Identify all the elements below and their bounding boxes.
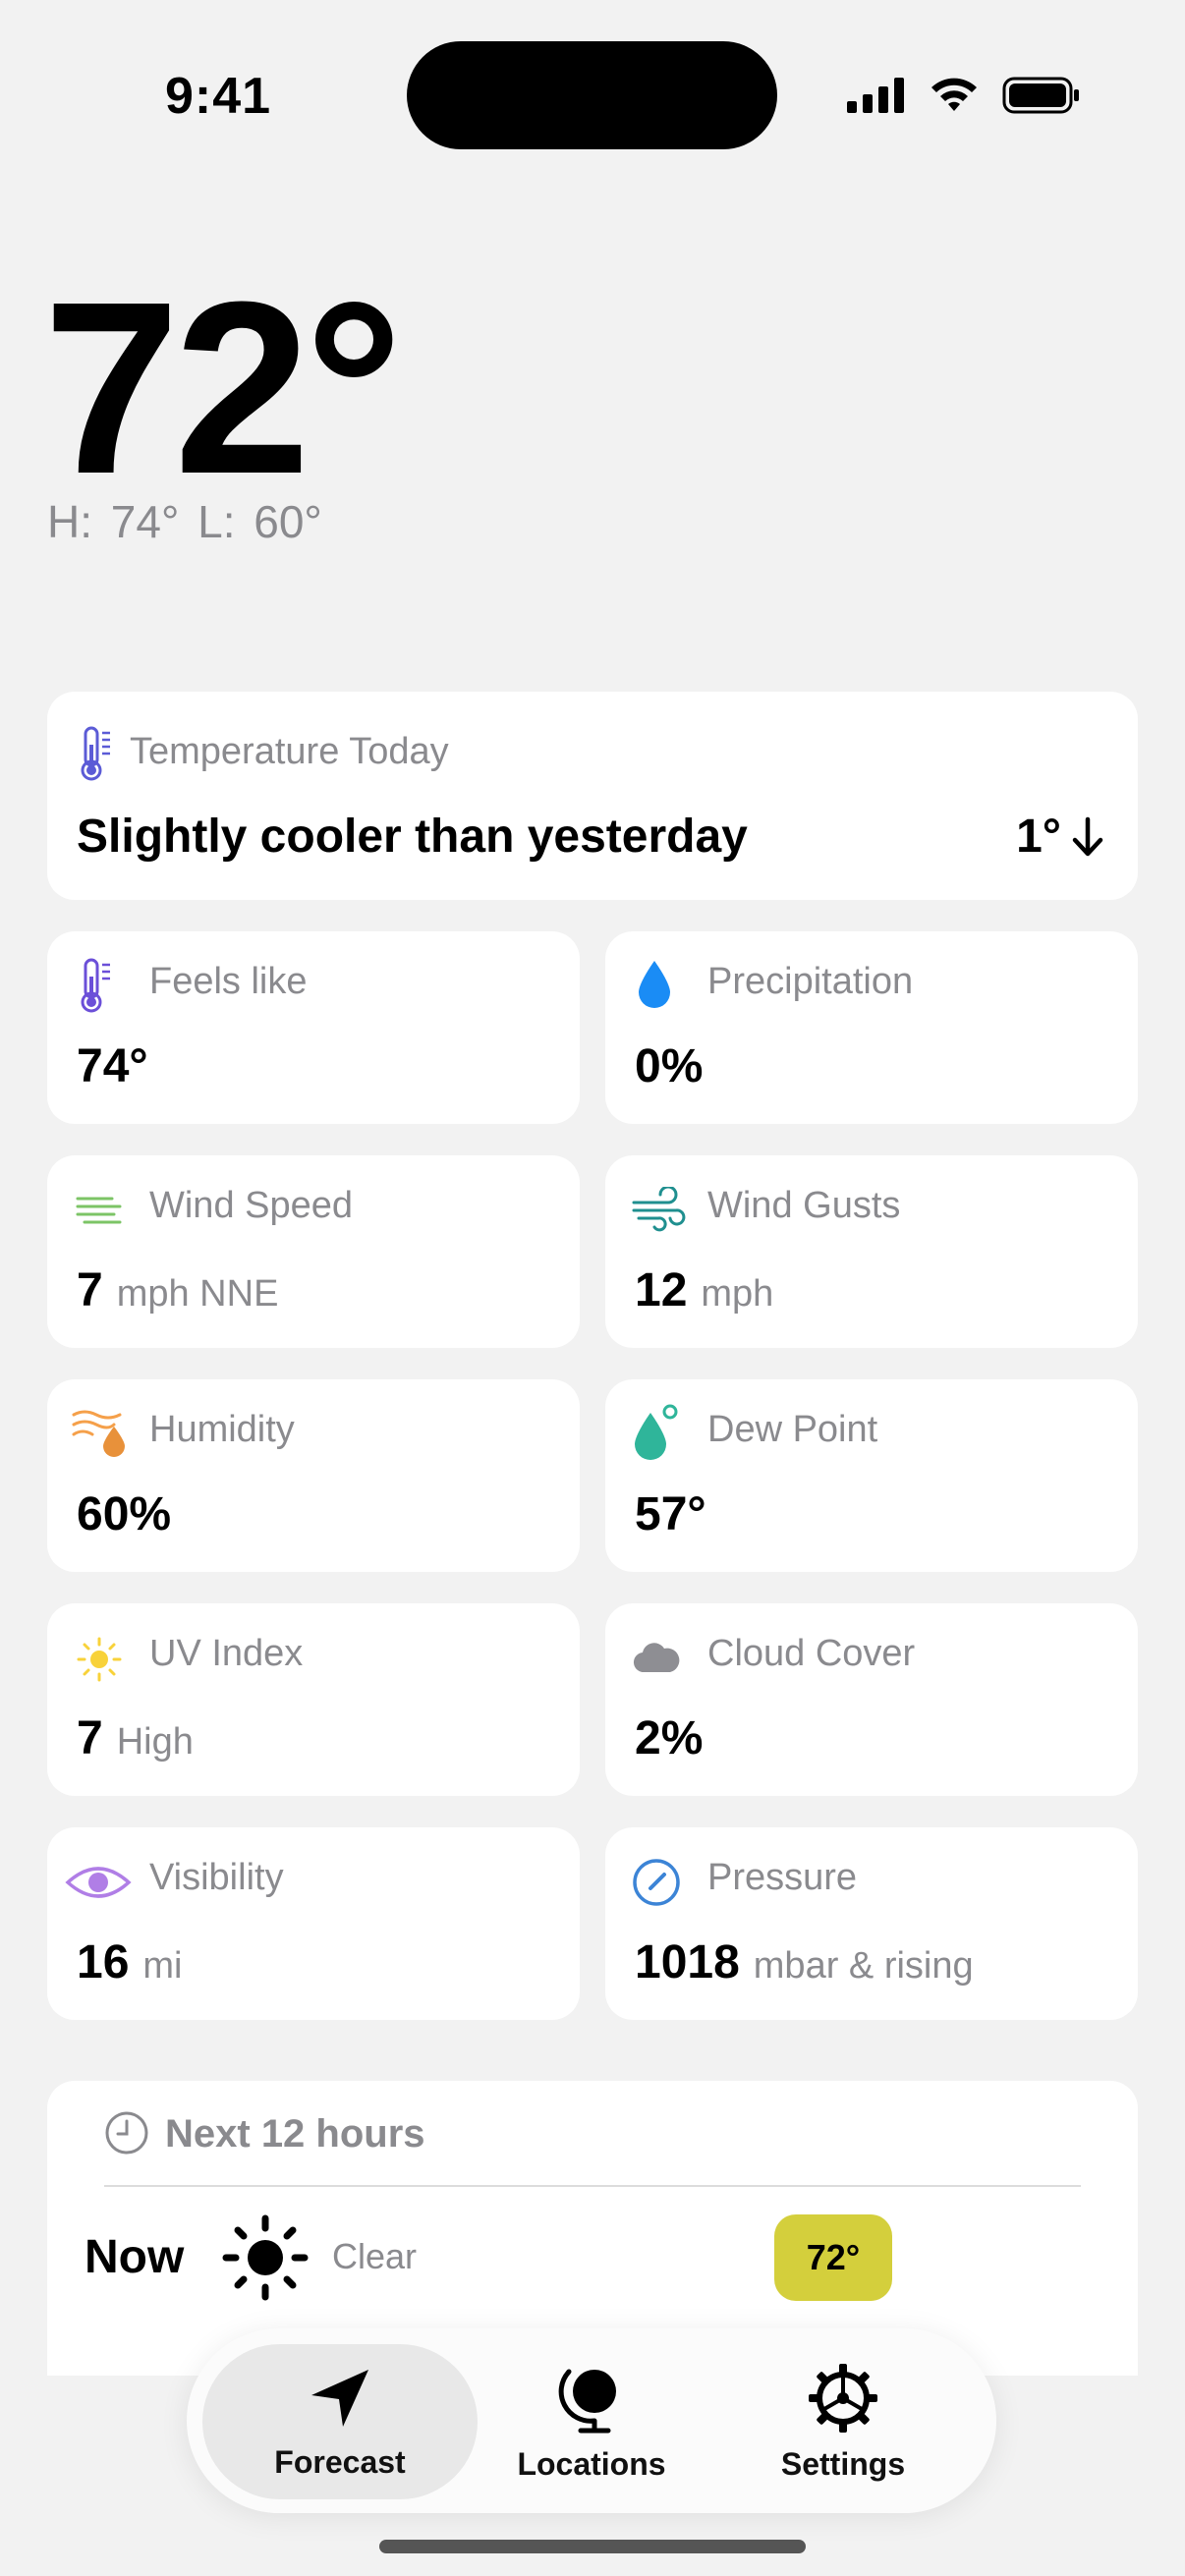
wifi-icon <box>931 78 977 111</box>
wind-speed-label: Wind Speed <box>149 1185 354 1226</box>
visibility-label: Visibility <box>149 1857 284 1898</box>
divider <box>104 2185 1081 2187</box>
wind-speed-reading: 7 mph NNE <box>77 1263 278 1317</box>
precipitation-card[interactable]: Precipitation 0% <box>605 931 1138 1124</box>
tab-settings[interactable]: Settings <box>705 2344 981 2499</box>
visibility-card[interactable]: Visibility 16 mi <box>47 1827 580 2020</box>
cloud-cover-card[interactable]: Cloud Cover 2% <box>605 1603 1138 1796</box>
wind-speed-unit: mph NNE <box>116 1273 279 1315</box>
status-icons <box>847 73 1081 118</box>
dew-point-value: 57° <box>635 1488 706 1540</box>
pressure-label: Pressure <box>707 1857 858 1898</box>
globe-icon <box>558 2369 616 2433</box>
wind-gust-icon <box>632 1187 686 1232</box>
wind-gusts-unit: mph <box>701 1273 774 1315</box>
arrow-down-icon <box>1072 816 1103 856</box>
visibility-unit: mi <box>142 1945 183 1987</box>
thermometer-icon <box>81 958 110 1013</box>
pressure-card[interactable]: Pressure 1018 mbar & rising <box>605 1827 1138 2020</box>
hourly-time: Now <box>85 2231 185 2283</box>
uv-index-label: UV Index <box>149 1633 304 1674</box>
dew-point-label: Dew Point <box>707 1409 878 1450</box>
tab-forecast-label: Forecast <box>274 2443 406 2480</box>
hourly-temp: 72° <box>806 2237 861 2277</box>
sun-icon <box>222 2214 309 2301</box>
feels-like-card[interactable]: Feels like 74° <box>47 931 580 1124</box>
temperature-delta-value: 1° <box>1016 811 1061 863</box>
tab-forecast[interactable]: Forecast <box>202 2344 478 2499</box>
tab-settings-label: Settings <box>780 2445 906 2482</box>
pressure-trend: mbar & rising <box>753 1945 974 1987</box>
hourly-condition: Clear <box>332 2236 418 2276</box>
cellular-signal-icon <box>847 78 904 113</box>
wind-gusts-card[interactable]: Wind Gusts 12 mph <box>605 1155 1138 1348</box>
eye-icon <box>65 1867 132 1898</box>
humidity-card[interactable]: Humidity 60% <box>47 1379 580 1572</box>
dew-point-card[interactable]: Dew Point 57° <box>605 1379 1138 1572</box>
uv-index-reading: 7 High <box>77 1711 194 1765</box>
cloud-icon <box>633 1643 680 1673</box>
dew-drop-icon <box>635 1404 678 1460</box>
hourly-temp-badge: 72° <box>774 2214 892 2301</box>
gauge-icon <box>633 1859 680 1906</box>
wind-gusts-label: Wind Gusts <box>707 1185 901 1226</box>
temperature-today-summary: Slightly cooler than yesterday <box>77 811 748 863</box>
home-indicator[interactable] <box>379 2540 806 2553</box>
uv-index-card[interactable]: UV Index 7 High <box>47 1603 580 1796</box>
thermometer-icon <box>81 726 110 781</box>
raindrop-icon <box>639 961 670 1008</box>
visibility-reading: 16 mi <box>77 1935 183 1989</box>
wind-icon <box>76 1197 122 1224</box>
dynamic-island <box>407 41 777 149</box>
location-arrow-icon <box>311 2369 368 2427</box>
wind-speed-value: 7 <box>77 1264 103 1316</box>
feels-like-label: Feels like <box>149 961 308 1002</box>
humidity-label: Humidity <box>149 1409 295 1450</box>
battery-icon <box>1002 77 1079 114</box>
visibility-value: 16 <box>77 1936 130 1988</box>
uv-index-value: 7 <box>77 1712 103 1764</box>
temperature-today-title: Temperature Today <box>130 731 449 772</box>
humidity-icon <box>72 1410 125 1457</box>
precipitation-value: 0% <box>635 1040 704 1092</box>
tab-locations[interactable]: Locations <box>454 2344 729 2499</box>
precipitation-label: Precipitation <box>707 961 914 1002</box>
status-time: 9:41 <box>165 68 272 125</box>
pressure-reading: 1018 mbar & rising <box>635 1935 974 1989</box>
current-temperature: 72° <box>43 251 403 525</box>
cloud-cover-value: 2% <box>635 1712 704 1764</box>
tab-bar: Forecast Locations Settings <box>187 2328 996 2513</box>
gear-icon <box>809 2363 877 2433</box>
hourly-title: Next 12 hours <box>165 2112 425 2156</box>
uv-index-level: High <box>116 1721 194 1763</box>
hourly-row[interactable]: Now Clear 72° <box>47 2209 1138 2307</box>
tab-locations-label: Locations <box>517 2445 666 2482</box>
wind-gusts-reading: 12 mph <box>635 1263 773 1317</box>
wind-speed-card[interactable]: Wind Speed 7 mph NNE <box>47 1155 580 1348</box>
cloud-cover-label: Cloud Cover <box>707 1633 916 1674</box>
feels-like-value: 74° <box>77 1040 148 1092</box>
wind-gusts-value: 12 <box>635 1264 688 1316</box>
clock-icon <box>105 2111 148 2155</box>
pressure-value: 1018 <box>635 1936 740 1988</box>
high-low-temperature: H: 74° L: 60° <box>47 496 322 547</box>
sun-icon <box>77 1637 122 1682</box>
humidity-value: 60% <box>77 1488 172 1540</box>
temperature-today-card[interactable]: Temperature Today Slightly cooler than y… <box>47 692 1138 900</box>
temperature-delta: 1° <box>1016 810 1104 864</box>
